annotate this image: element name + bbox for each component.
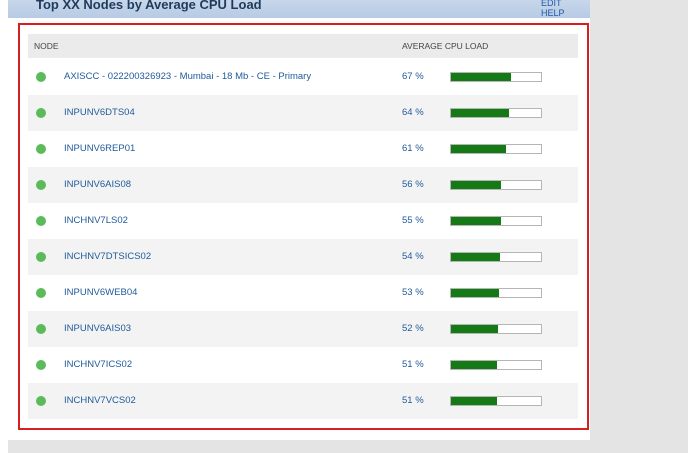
cpu-load-bar [450,144,542,154]
cpu-load-bar [450,360,542,370]
cpu-load-bar-fill [451,145,506,153]
cpu-load-percent: 51 % [402,395,424,406]
cpu-column-header[interactable]: AVERAGE CPU LOAD [402,41,488,51]
node-link[interactable]: INCHNV7VCS02 [64,395,136,406]
status-up-icon [36,180,46,190]
cpu-load-bar [450,324,542,334]
edit-link[interactable]: EDIT [541,0,562,8]
table-row: INPUNV6REP01 61 % [28,131,578,167]
node-link[interactable]: INPUNV6AIS03 [64,323,131,334]
cpu-load-percent: 54 % [402,251,424,262]
table-row: INCHNV7ICS02 51 % [28,347,578,383]
table-header: NODE AVERAGE CPU LOAD [28,34,578,58]
cpu-load-bar [450,252,542,262]
node-link[interactable]: INPUNV6DTS04 [64,107,135,118]
cpu-load-percent: 61 % [402,143,424,154]
cpu-load-bar [450,288,542,298]
node-link[interactable]: INPUNV6AIS08 [64,179,131,190]
cpu-load-percent: 53 % [402,287,424,298]
cpu-load-percent: 51 % [402,359,424,370]
node-link[interactable]: AXISCC - 022200326923 - Mumbai - 18 Mb -… [64,71,311,82]
node-link[interactable]: INCHNV7LS02 [64,215,128,226]
node-link[interactable]: INPUNV6WEB04 [64,287,137,298]
status-up-icon [36,396,46,406]
cpu-load-percent: 67 % [402,71,424,82]
cpu-load-bar-fill [451,289,499,297]
table-row: INPUNV6DTS04 64 % [28,95,578,131]
table-row: INPUNV6WEB04 53 % [28,275,578,311]
table-row: AXISCC - 022200326923 - Mumbai - 18 Mb -… [28,59,578,95]
cpu-load-bar-fill [451,181,502,189]
status-up-icon [36,72,46,82]
cpu-load-bar-fill [451,361,497,369]
cpu-load-bar-fill [451,217,501,225]
node-column-header[interactable]: NODE [34,41,59,51]
cpu-load-percent: 56 % [402,179,424,190]
cpu-load-bar [450,108,542,118]
cpu-load-bar-fill [451,73,512,81]
status-up-icon [36,108,46,118]
cpu-load-bar-fill [451,397,497,405]
cpu-load-percent: 52 % [402,323,424,334]
table-row: INCHNV7DTSICS02 54 % [28,239,578,275]
cpu-load-bar [450,180,542,190]
node-link[interactable]: INCHNV7ICS02 [64,359,132,370]
cpu-load-bar-fill [451,253,500,261]
status-up-icon [36,324,46,334]
status-up-icon [36,288,46,298]
cpu-load-bar [450,72,542,82]
status-up-icon [36,144,46,154]
panel-title: Top XX Nodes by Average CPU Load [36,0,262,12]
cpu-load-bar [450,396,542,406]
table-row: INCHNV7LS02 55 % [28,203,578,239]
help-link[interactable]: HELP [541,8,565,18]
status-up-icon [36,216,46,226]
cpu-load-percent: 64 % [402,107,424,118]
cpu-load-bar-fill [451,109,509,117]
header-links: EDIT HELP [541,0,590,18]
node-link[interactable]: INCHNV7DTSICS02 [64,251,151,262]
status-up-icon [36,360,46,370]
cpu-load-percent: 55 % [402,215,424,226]
status-up-icon [36,252,46,262]
cpu-load-bar-fill [451,325,498,333]
table-row: INPUNV6AIS08 56 % [28,167,578,203]
node-link[interactable]: INPUNV6REP01 [64,143,135,154]
table-row: INPUNV6AIS03 52 % [28,311,578,347]
table-row: INCHNV7VCS02 51 % [28,383,578,419]
cpu-load-bar [450,216,542,226]
panel-header: Top XX Nodes by Average CPU Load EDIT HE… [8,0,590,18]
